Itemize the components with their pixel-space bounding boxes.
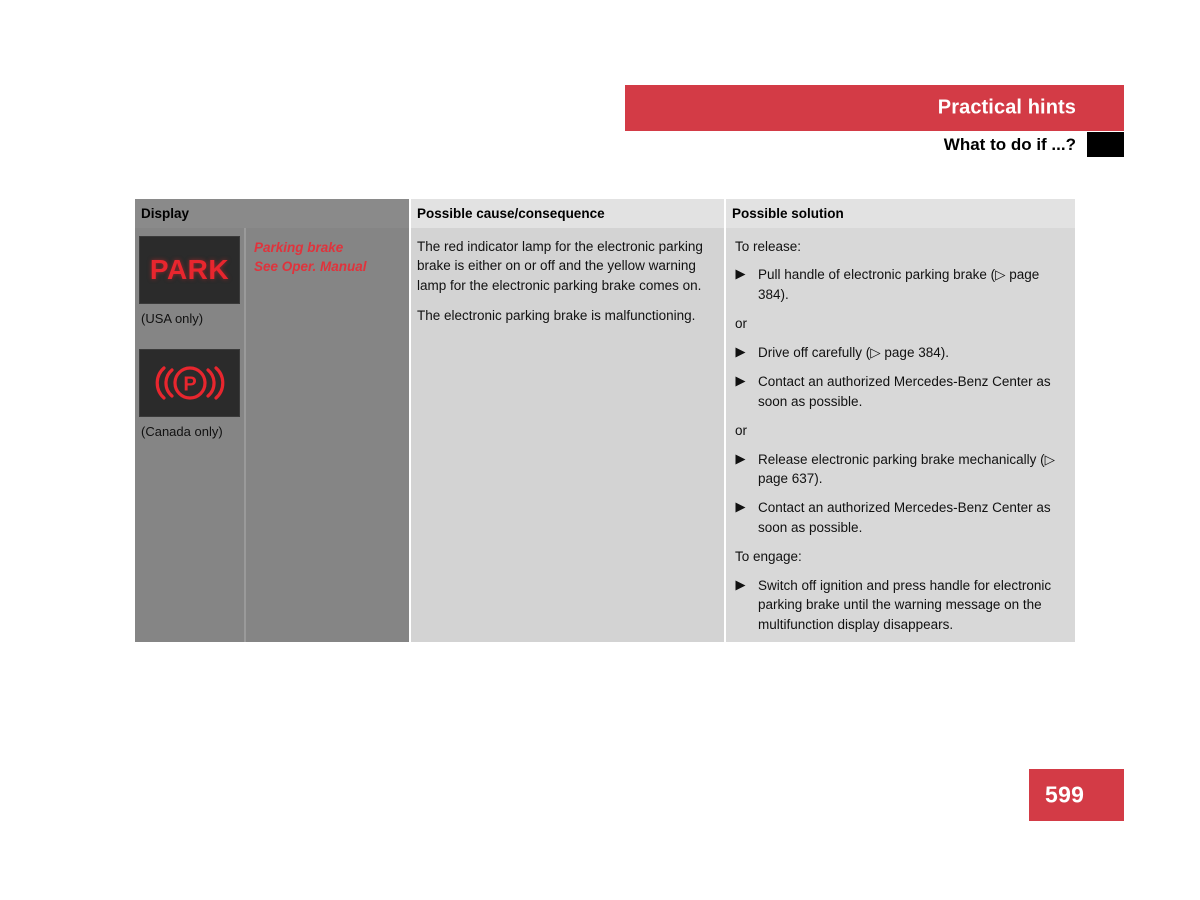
triangle-bullet-icon [735,498,758,513]
solution-step-text: Release electronic parking brake mechani… [758,451,1056,486]
park-lamp-label: PARK [149,254,230,285]
page-number: 599 [1045,781,1085,808]
triangle-bullet-icon [735,265,758,280]
column-header-display: Display [135,199,411,228]
canada-only-caption: (Canada only) [141,423,223,439]
solution-step: Contact an authorized Mercedes-Benz Cent… [732,372,1069,411]
solution-step-text: Pull handle of electronic parking brake … [758,267,1040,302]
column-header-solution: Possible solution [725,199,1075,228]
solution-step-text: Contact an authorized Mercedes-Benz Cent… [758,500,1051,535]
cause-paragraph-1: The red indicator lamp for the electroni… [417,239,703,293]
usa-only-caption: (USA only) [141,311,204,326]
solution-step: Pull handle of electronic parking brake … [732,265,1069,304]
solution-step-text: Drive off carefully (▷ page 384). [758,344,949,360]
solution-or-separator-1: or [735,316,748,332]
table-row: PARK (USA only) P (Canada only) Parking … [135,228,1075,642]
page-number-badge: 599 [1029,769,1124,821]
solution-step: Drive off carefully (▷ page 384). [732,343,1069,362]
display-message-line-2: See Oper. Manual [254,259,367,275]
solution-step: Release electronic parking brake mechani… [732,450,1069,489]
triangle-bullet-icon [735,450,758,465]
triangle-bullet-icon [735,576,758,591]
display-message-line-1: Parking brake [254,240,344,255]
section-title-band: Practical hints [625,85,1124,131]
cause-paragraph-2: The electronic parking brake is malfunct… [417,308,696,324]
cell-possible-solution: To release: Pull handle of electronic pa… [725,228,1075,642]
cell-display-message: Parking brake See Oper. Manual [245,228,411,642]
page-header: Practical hints What to do if ...? [0,0,1200,190]
solution-step-text: Switch off ignition and press handle for… [758,577,1052,632]
troubleshooting-table: Display Possible cause/consequence Possi… [135,199,1075,642]
icon-spacer [139,327,236,349]
solution-step: Contact an authorized Mercedes-Benz Cent… [732,498,1069,537]
page-title-row: What to do if ...? [625,131,1124,158]
cell-display-icons: PARK (USA only) P (Canada only) [135,228,246,642]
triangle-bullet-icon [735,372,758,387]
solution-label-to-engage: To engage: [735,549,802,565]
solution-step: Switch off ignition and press handle for… [732,576,1069,634]
triangle-bullet-icon [735,343,758,358]
chapter-thumb-tab-marker [1087,132,1124,157]
troubleshooting-table-container: Display Possible cause/consequence Possi… [135,199,1075,652]
park-text-lamp-icon: PARK [139,236,240,304]
table-header-row: Display Possible cause/consequence Possi… [135,199,1075,228]
solution-or-separator-2: or [735,423,748,439]
parking-brake-lamp-icon: P [139,348,240,417]
section-title: Practical hints [937,96,1076,119]
solution-label-to-release: To release: [735,239,802,254]
cell-possible-cause: The red indicator lamp for the electroni… [410,228,726,642]
page-title: What to do if ...? [943,134,1076,154]
solution-step-text: Contact an authorized Mercedes-Benz Cent… [758,374,1051,409]
column-header-cause: Possible cause/consequence [410,199,726,228]
svg-text:P: P [183,373,196,395]
